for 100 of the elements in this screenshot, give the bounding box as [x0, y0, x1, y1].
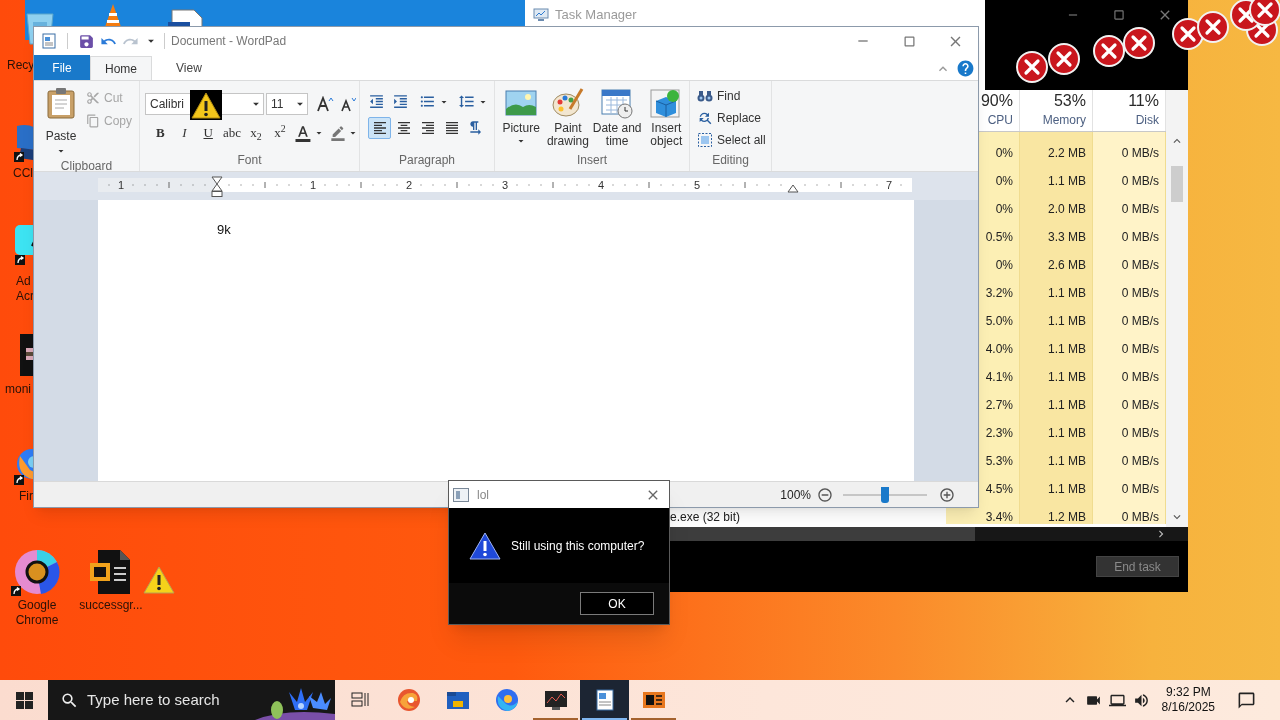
table-cell: 1.1 MB [1020, 356, 1093, 384]
ruler-number: 2 [405, 178, 413, 193]
paragraph-icon[interactable] [467, 120, 483, 136]
indent-marker[interactable] [787, 184, 799, 193]
group-label: Insert [576, 152, 608, 169]
insert-button[interactable]: Paint drawing [545, 87, 591, 151]
group-label: Paragraph [397, 152, 456, 169]
indent-marker[interactable] [211, 176, 223, 198]
align-center-icon [395, 120, 412, 136]
table-cell: 1.2 MB [1020, 496, 1093, 524]
line-spacing-icon[interactable] [458, 93, 475, 110]
increase-indent-icon[interactable] [392, 93, 409, 110]
table-cell: 3.3 MB [1020, 216, 1093, 244]
table-cell: 1.1 MB [1020, 272, 1093, 300]
zoom-in-icon[interactable] [939, 486, 955, 503]
decrease-indent-icon[interactable] [368, 93, 385, 110]
edit-button[interactable]: Find [697, 85, 771, 107]
slider-thumb[interactable] [881, 486, 889, 503]
edit-button[interactable]: Select all [697, 129, 771, 151]
column-header[interactable]: Disk [1135, 112, 1159, 128]
highlighter-icon[interactable] [330, 125, 346, 141]
error-icon [1016, 51, 1048, 83]
shrink-font-icon[interactable] [340, 96, 356, 112]
warning-icon [143, 566, 175, 594]
desktop-icon-label[interactable]: CCl [13, 166, 33, 181]
edit-button[interactable]: Replace [697, 107, 771, 129]
insert-button[interactable]: Insert object [643, 87, 689, 151]
desktop-icon-label[interactable]: Google Chrome [0, 598, 74, 628]
format-button[interactable]: abc [220, 122, 244, 144]
folder-icon[interactable] [445, 689, 470, 711]
group-label: Editing [711, 152, 750, 169]
ruler-number: 5 [693, 178, 701, 193]
align-button[interactable] [368, 117, 391, 139]
taskbar-button[interactable] [580, 680, 629, 720]
desktop-icon-label[interactable]: Fir [19, 489, 33, 504]
column-value: 90% [980, 91, 1013, 111]
zoom-out-icon[interactable] [817, 486, 833, 503]
bullet-list-icon[interactable] [419, 93, 436, 110]
search-field[interactable]: Type here to search [87, 688, 257, 712]
scissors-icon [86, 91, 100, 105]
search-bar[interactable]: Type here to search [48, 680, 335, 720]
format-button[interactable]: x$_{2}$ [244, 122, 268, 144]
desktop-icon-label[interactable]: Recy [7, 58, 35, 73]
table-cell: 1.1 MB [1020, 468, 1093, 496]
document-text: 9k [217, 222, 231, 237]
app-icon [453, 487, 469, 502]
ok-button[interactable]: OK [580, 592, 654, 615]
file-tab[interactable]: File [34, 55, 90, 80]
format-button[interactable]: B [149, 122, 172, 144]
table-cell: 1.1 MB [1020, 160, 1093, 188]
zoom-level: 100% [780, 486, 811, 504]
scroll-thumb[interactable] [1171, 166, 1183, 202]
table-cell: 2.0 MB [1020, 188, 1093, 216]
format-button[interactable]: I [172, 122, 196, 144]
calendar-clock-icon [601, 87, 634, 119]
help-icon[interactable] [956, 59, 975, 78]
insert-button[interactable]: Picture [498, 87, 545, 151]
dialog-message: Still using this computer? [511, 537, 645, 555]
table-cell: 0 MB/s [1093, 216, 1166, 244]
font-size-field[interactable]: 11 [266, 93, 308, 115]
ribbon-tab[interactable]: Home [90, 56, 152, 81]
task-view-icon[interactable] [349, 691, 370, 709]
format-button[interactable]: U [196, 122, 220, 144]
table-cell: 0 MB/s [1093, 132, 1166, 160]
table-cell: 0 MB/s [1093, 384, 1166, 412]
error-icon [1123, 27, 1155, 59]
paste-button[interactable]: Paste [40, 87, 82, 157]
table-cell: 0 MB/s [1093, 300, 1166, 328]
column-header[interactable]: CPU [987, 112, 1013, 128]
error-icon [1093, 35, 1125, 67]
scroll-thumb[interactable] [670, 527, 975, 541]
zoom-slider[interactable] [843, 486, 927, 503]
table-cell: 0 MB/s [1093, 468, 1166, 496]
notification-icon[interactable] [1237, 690, 1256, 710]
column-header[interactable]: Memory [1042, 112, 1086, 128]
ribbon-tab[interactable]: View [162, 55, 216, 80]
save-icon[interactable] [78, 32, 95, 50]
ruler-number: 7 [885, 178, 893, 193]
app-icon [41, 33, 57, 49]
maximize-icon[interactable] [1112, 8, 1126, 22]
browser-icon[interactable] [494, 688, 519, 712]
insert-button[interactable]: Date and time [591, 87, 643, 151]
desktop-icon-label[interactable]: moni [5, 382, 31, 397]
document-icon[interactable] [593, 689, 616, 711]
table-cell: 0 MB/s [1093, 356, 1166, 384]
font-color-icon[interactable] [294, 124, 313, 142]
group-label: Font [236, 152, 263, 169]
monitor-icon[interactable] [543, 689, 568, 711]
format-button[interactable]: x$^{2}$ [268, 122, 292, 144]
desktop-icon-label[interactable]: successgr... [72, 598, 150, 613]
group-label: Clipboard [59, 158, 114, 175]
slides-icon[interactable] [641, 690, 666, 710]
clock[interactable]: 9:32 PM 8/16/2025 [1161, 685, 1215, 715]
align-justify-icon [443, 120, 460, 136]
desktop-icon-label[interactable]: Ad Acr [16, 274, 34, 304]
table-cell: 0 MB/s [1093, 496, 1166, 524]
select-all-icon [697, 132, 713, 148]
grow-font-icon[interactable] [316, 96, 334, 112]
ruler-number: 1 [117, 178, 125, 193]
browser-icon[interactable] [396, 688, 421, 712]
